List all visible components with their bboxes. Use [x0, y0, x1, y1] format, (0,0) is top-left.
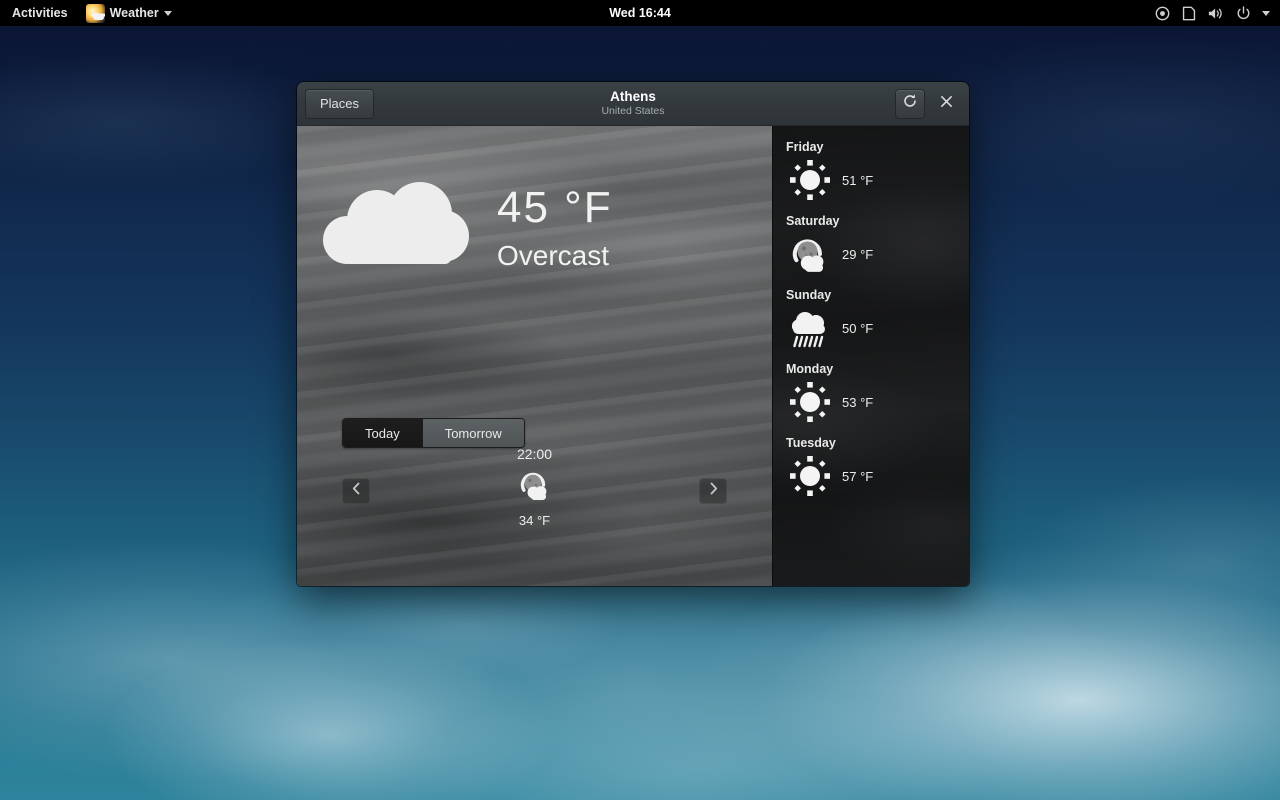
activities-button[interactable]: Activities: [0, 0, 78, 26]
close-icon: [940, 95, 953, 113]
overcast-cloud-icon: [297, 178, 497, 278]
hourly-next-button[interactable]: [699, 478, 727, 504]
refresh-button[interactable]: [895, 88, 925, 119]
window-body: 45 °F Overcast Today Tomorrow 22:00 34 °…: [297, 126, 969, 586]
weather-window: Places Athens United States 45 °F Overca…: [297, 82, 969, 586]
current-conditions-panel: 45 °F Overcast Today Tomorrow 22:00 34 °…: [297, 126, 772, 586]
forecast-day-name: Friday: [786, 140, 824, 154]
clear-sun-icon: [786, 156, 834, 204]
forecast-day: Friday 51 °F: [786, 140, 969, 204]
chevron-right-icon: [709, 482, 718, 500]
power-icon[interactable]: [1235, 5, 1251, 21]
forecast-day-temperature: 57 °F: [842, 468, 874, 484]
forecast-day-temperature: 51 °F: [842, 172, 874, 188]
forecast-day-row: 50 °F: [786, 304, 969, 352]
volume-icon[interactable]: [1208, 5, 1224, 21]
forecast-day-temperature: 50 °F: [842, 320, 874, 336]
forecast-day-row: 29 °F: [786, 230, 969, 278]
showers-rain-icon: [786, 304, 834, 352]
forecast-day-temperature: 53 °F: [842, 394, 874, 410]
refresh-icon: [902, 93, 918, 114]
hourly-forecast-strip: 22:00 34 °F: [297, 446, 772, 528]
hourly-prev-button[interactable]: [342, 478, 370, 504]
forecast-day: Sunday 50 °F: [786, 288, 969, 352]
tomorrow-tab[interactable]: Tomorrow: [421, 419, 524, 447]
today-tab[interactable]: Today: [343, 419, 422, 447]
current-readout: 45 °F Overcast: [497, 182, 613, 274]
clear-sun-icon: [786, 378, 834, 426]
gnome-top-bar: Activities Weather Wed 16:44: [0, 0, 1280, 26]
weather-app-icon: [85, 3, 105, 23]
current-condition: Overcast: [497, 240, 610, 271]
forecast-day-temperature: 29 °F: [842, 246, 874, 262]
screen-icon[interactable]: [1181, 5, 1197, 21]
forecast-sidebar: Friday 51 °F Saturday 29 °F Sunday 50 °F…: [772, 126, 969, 586]
few-clouds-night-icon: [516, 466, 554, 509]
clock[interactable]: Wed 16:44: [0, 0, 1280, 26]
app-menu-button[interactable]: Weather: [78, 0, 180, 26]
forecast-day-name: Monday: [786, 362, 834, 376]
forecast-day-row: 53 °F: [786, 378, 969, 426]
day-toggle-group: Today Tomorrow: [342, 418, 525, 448]
chevron-down-icon: [163, 10, 172, 16]
accessibility-icon[interactable]: [1154, 5, 1170, 21]
hourly-entry: 22:00 34 °F: [516, 446, 554, 528]
forecast-day: Saturday 29 °F: [786, 214, 969, 278]
forecast-day-name: Saturday: [786, 214, 840, 228]
hourly-time: 22:00: [516, 446, 553, 462]
page-subtitle: United States: [601, 105, 665, 117]
forecast-day-row: 51 °F: [786, 156, 969, 204]
forecast-day-row: 57 °F: [786, 452, 969, 500]
forecast-day: Monday 53 °F: [786, 362, 969, 426]
window-header-bar: Places Athens United States: [297, 82, 969, 126]
system-status-area[interactable]: [1154, 5, 1280, 21]
forecast-day-name: Tuesday: [786, 436, 836, 450]
window-title-block: Athens United States: [297, 89, 969, 118]
clear-sun-icon: [786, 452, 834, 500]
few-clouds-night-icon: [786, 230, 834, 278]
current-temperature: 45 °F: [497, 183, 613, 232]
chevron-left-icon: [352, 482, 361, 500]
app-menu-label: Weather: [109, 6, 159, 20]
forecast-day: Tuesday 57 °F: [786, 436, 969, 500]
forecast-day-name: Sunday: [786, 288, 832, 302]
chevron-down-icon[interactable]: [1262, 10, 1270, 16]
close-button[interactable]: [931, 89, 961, 119]
current-conditions-row: 45 °F Overcast: [297, 178, 772, 278]
header-actions: [895, 88, 961, 119]
hourly-temperature: 34 °F: [518, 513, 551, 528]
page-title: Athens: [610, 89, 656, 104]
places-button[interactable]: Places: [305, 88, 375, 119]
